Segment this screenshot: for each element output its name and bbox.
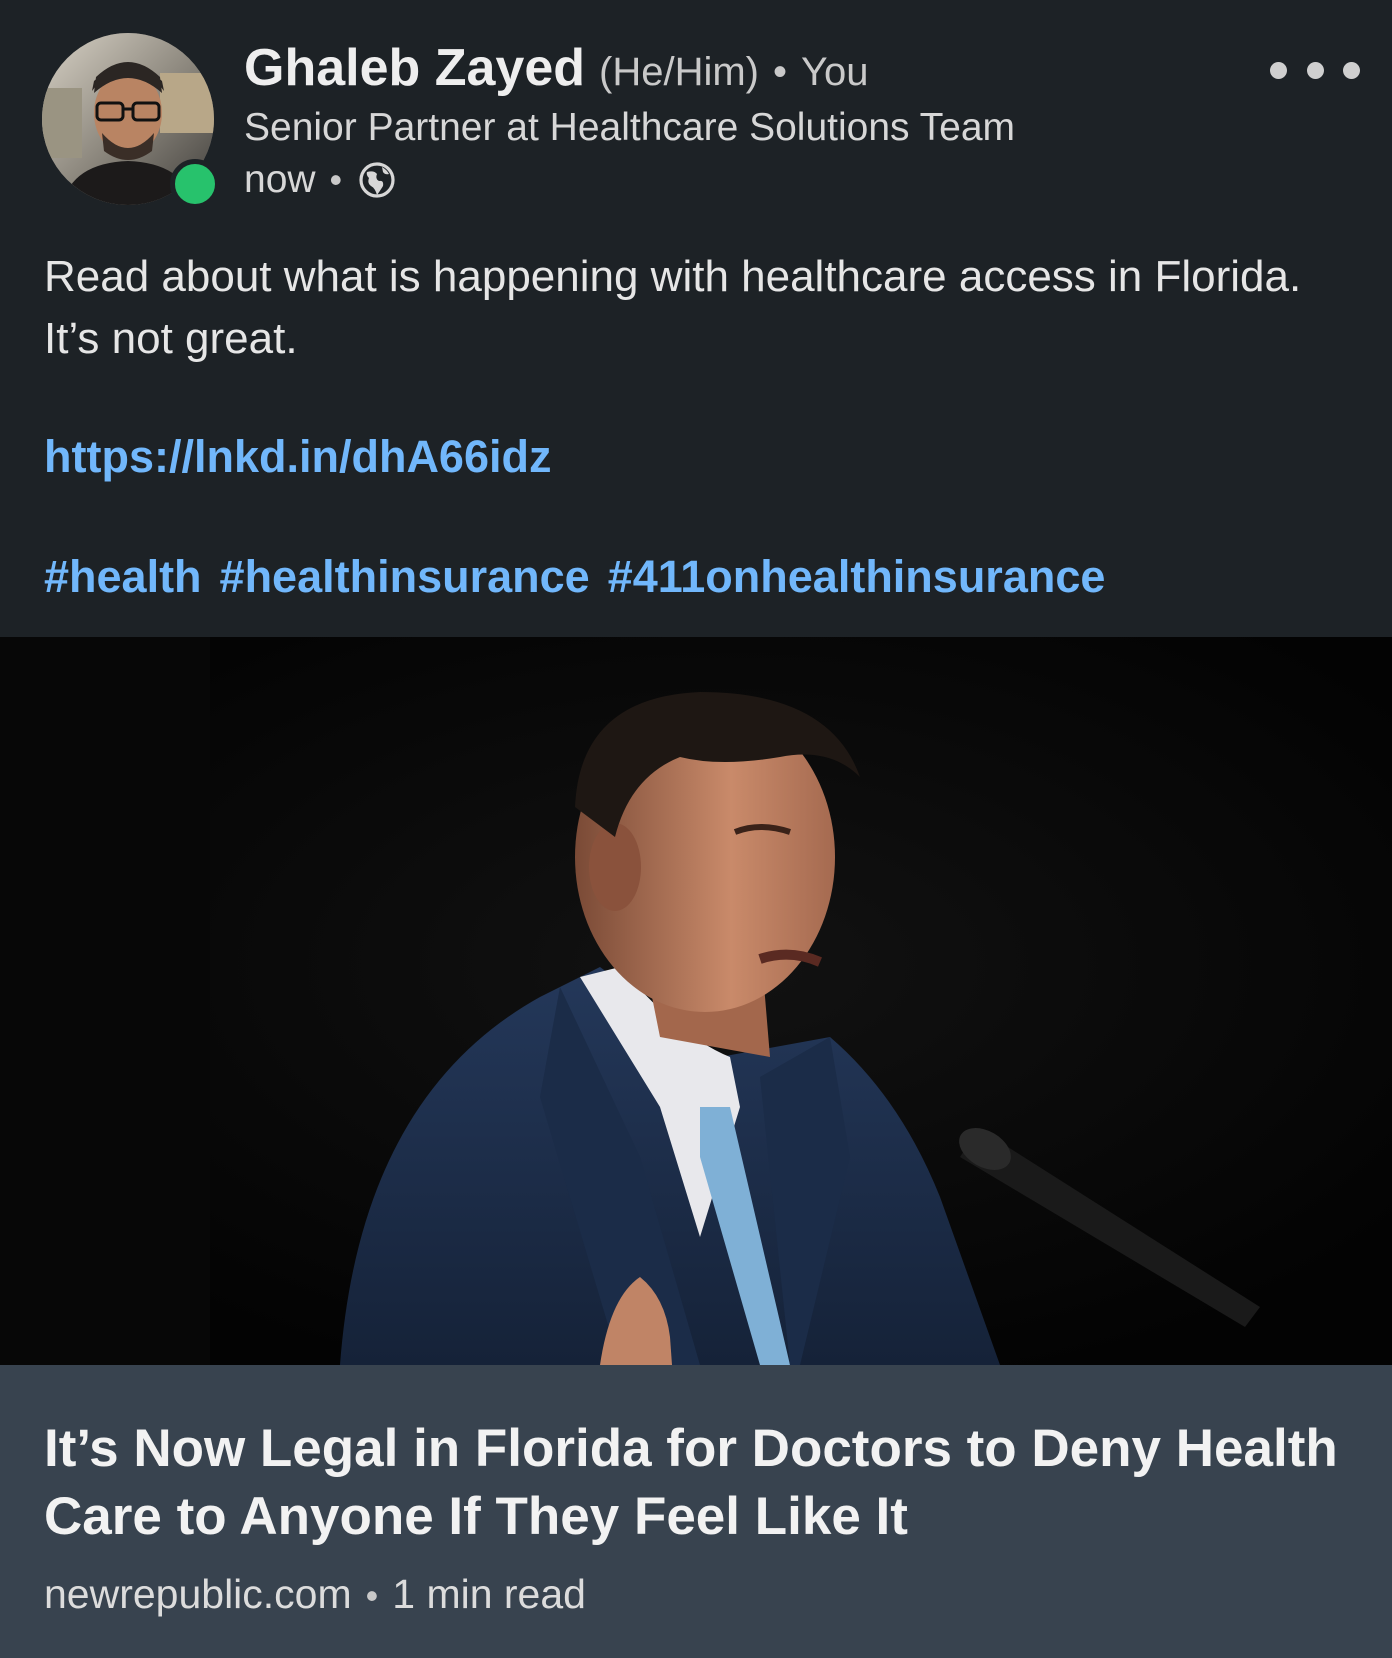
article-thumbnail [0, 637, 1392, 1365]
article-read-time: 1 min read [392, 1571, 586, 1617]
relation-label: You [801, 50, 869, 94]
ellipsis-dot [1270, 61, 1287, 79]
ellipsis-dot [1306, 61, 1324, 79]
article-source-line: newrepublic.com • 1 min read [44, 1567, 586, 1623]
article-domain: newrepublic.com [44, 1571, 352, 1617]
feed-post: Ghaleb Zayed (He/Him) • You Senior Partner … [0, 0, 1392, 1658]
article-info: It’s Now Legal in Florida for Doctors to… [0, 1365, 1392, 1658]
ellipsis-dot [1343, 61, 1360, 79]
more-options-button[interactable] [1270, 50, 1360, 90]
article-preview-card[interactable]: It’s Now Legal in Florida for Doctors to… [0, 637, 1392, 1658]
author-pronouns: (He/Him) [599, 50, 759, 94]
post-body-text: Read about what is happening with health… [44, 252, 1302, 363]
hashtag-list: #health #healthinsurance #411onhealthinsur… [44, 546, 1123, 608]
author-name[interactable]: Ghaleb Zayed [244, 39, 585, 97]
separator-dot: • [329, 159, 343, 200]
article-title: It’s Now Legal in Florida for Doctors to… [44, 1419, 1338, 1546]
author-name-line: Ghaleb Zayed (He/Him) • You [244, 38, 869, 102]
post-timestamp: now [244, 158, 316, 201]
post-link[interactable]: https://lnkd.in/dhA66idz [44, 426, 551, 488]
author-avatar[interactable] [42, 33, 220, 209]
globe-icon [358, 161, 396, 199]
author-headline: Senior Partner at Healthcare Solutions T… [244, 106, 1016, 149]
hashtag-link[interactable]: #healthinsurance [220, 551, 590, 602]
post-header: Ghaleb Zayed (He/Him) • You Senior Partner … [0, 0, 1392, 215]
separator-dot: • [772, 50, 787, 94]
hashtag-link[interactable]: #health [44, 551, 202, 602]
online-status-indicator [170, 159, 220, 209]
separator-dot: • [365, 1575, 379, 1616]
hashtag-link[interactable]: #411onhealthinsurance [608, 551, 1106, 602]
post-meta: now • [244, 156, 396, 204]
